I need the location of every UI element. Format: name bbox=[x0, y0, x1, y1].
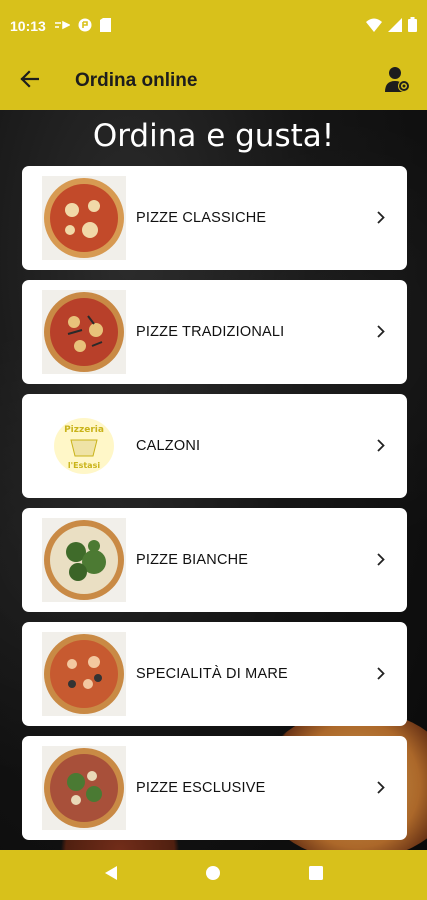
cast-icon bbox=[54, 19, 71, 34]
pizza-thumbnail bbox=[42, 176, 126, 260]
category-label: PIZZE TRADIZIONALI bbox=[136, 324, 285, 340]
logo-text-1: Pizzeria bbox=[64, 425, 104, 435]
wifi-icon bbox=[366, 18, 382, 35]
nav-home-button[interactable] bbox=[193, 855, 233, 895]
signal-icon bbox=[388, 17, 402, 35]
chevron-right-icon bbox=[377, 322, 385, 343]
battery-icon bbox=[408, 17, 417, 35]
nav-back-button[interactable] bbox=[91, 855, 131, 895]
triangle-back-icon bbox=[104, 865, 118, 886]
menu-categories-screen: Ordina e gusta! PIZZE CLASSICHE PIZZE TR… bbox=[0, 110, 427, 850]
status-time: 10:13 bbox=[10, 18, 46, 34]
back-button[interactable] bbox=[0, 52, 58, 110]
sim-card-icon bbox=[99, 17, 111, 35]
system-navigation-bar bbox=[0, 850, 427, 900]
category-label: PIZZE ESCLUSIVE bbox=[136, 780, 266, 796]
circle-home-icon bbox=[205, 865, 221, 886]
chevron-right-icon bbox=[377, 664, 385, 685]
category-card-specialita-di-mare[interactable]: SPECIALITÀ DI MARE bbox=[22, 622, 407, 726]
page-title: Ordina online bbox=[75, 70, 198, 91]
app-notification-icon bbox=[78, 18, 92, 35]
chevron-right-icon bbox=[377, 208, 385, 229]
category-label: SPECIALITÀ DI MARE bbox=[136, 666, 288, 682]
pizza-thumbnail bbox=[42, 746, 126, 830]
category-card-pizze-classiche[interactable]: PIZZE CLASSICHE bbox=[22, 166, 407, 270]
category-label: CALZONI bbox=[136, 438, 201, 454]
pizzeria-logo: Pizzeria l'Estasi bbox=[42, 404, 126, 488]
category-label: PIZZE CLASSICHE bbox=[136, 210, 267, 226]
category-label: PIZZE BIANCHE bbox=[136, 552, 249, 568]
pizza-thumbnail bbox=[42, 290, 126, 374]
status-bar: 10:13 bbox=[0, 0, 427, 52]
category-card-pizze-bianche[interactable]: PIZZE BIANCHE bbox=[22, 508, 407, 612]
nav-recents-button[interactable] bbox=[296, 855, 336, 895]
chevron-right-icon bbox=[377, 778, 385, 799]
arrow-left-icon bbox=[19, 69, 40, 93]
pizza-thumbnail bbox=[42, 518, 126, 602]
account-button[interactable] bbox=[369, 52, 427, 110]
user-settings-icon bbox=[385, 65, 411, 98]
chevron-right-icon bbox=[377, 436, 385, 457]
category-card-pizze-tradizionali[interactable]: PIZZE TRADIZIONALI bbox=[22, 280, 407, 384]
headline: Ordina e gusta! bbox=[92, 118, 335, 154]
chevron-right-icon bbox=[377, 550, 385, 571]
logo-text-2: l'Estasi bbox=[68, 461, 100, 470]
app-toolbar: Ordina online bbox=[0, 52, 427, 110]
square-recents-icon bbox=[308, 865, 323, 885]
category-card-pizze-esclusive[interactable]: PIZZE ESCLUSIVE bbox=[22, 736, 407, 840]
pizza-thumbnail bbox=[42, 632, 126, 716]
category-card-calzoni[interactable]: Pizzeria l'Estasi CALZONI bbox=[22, 394, 407, 498]
